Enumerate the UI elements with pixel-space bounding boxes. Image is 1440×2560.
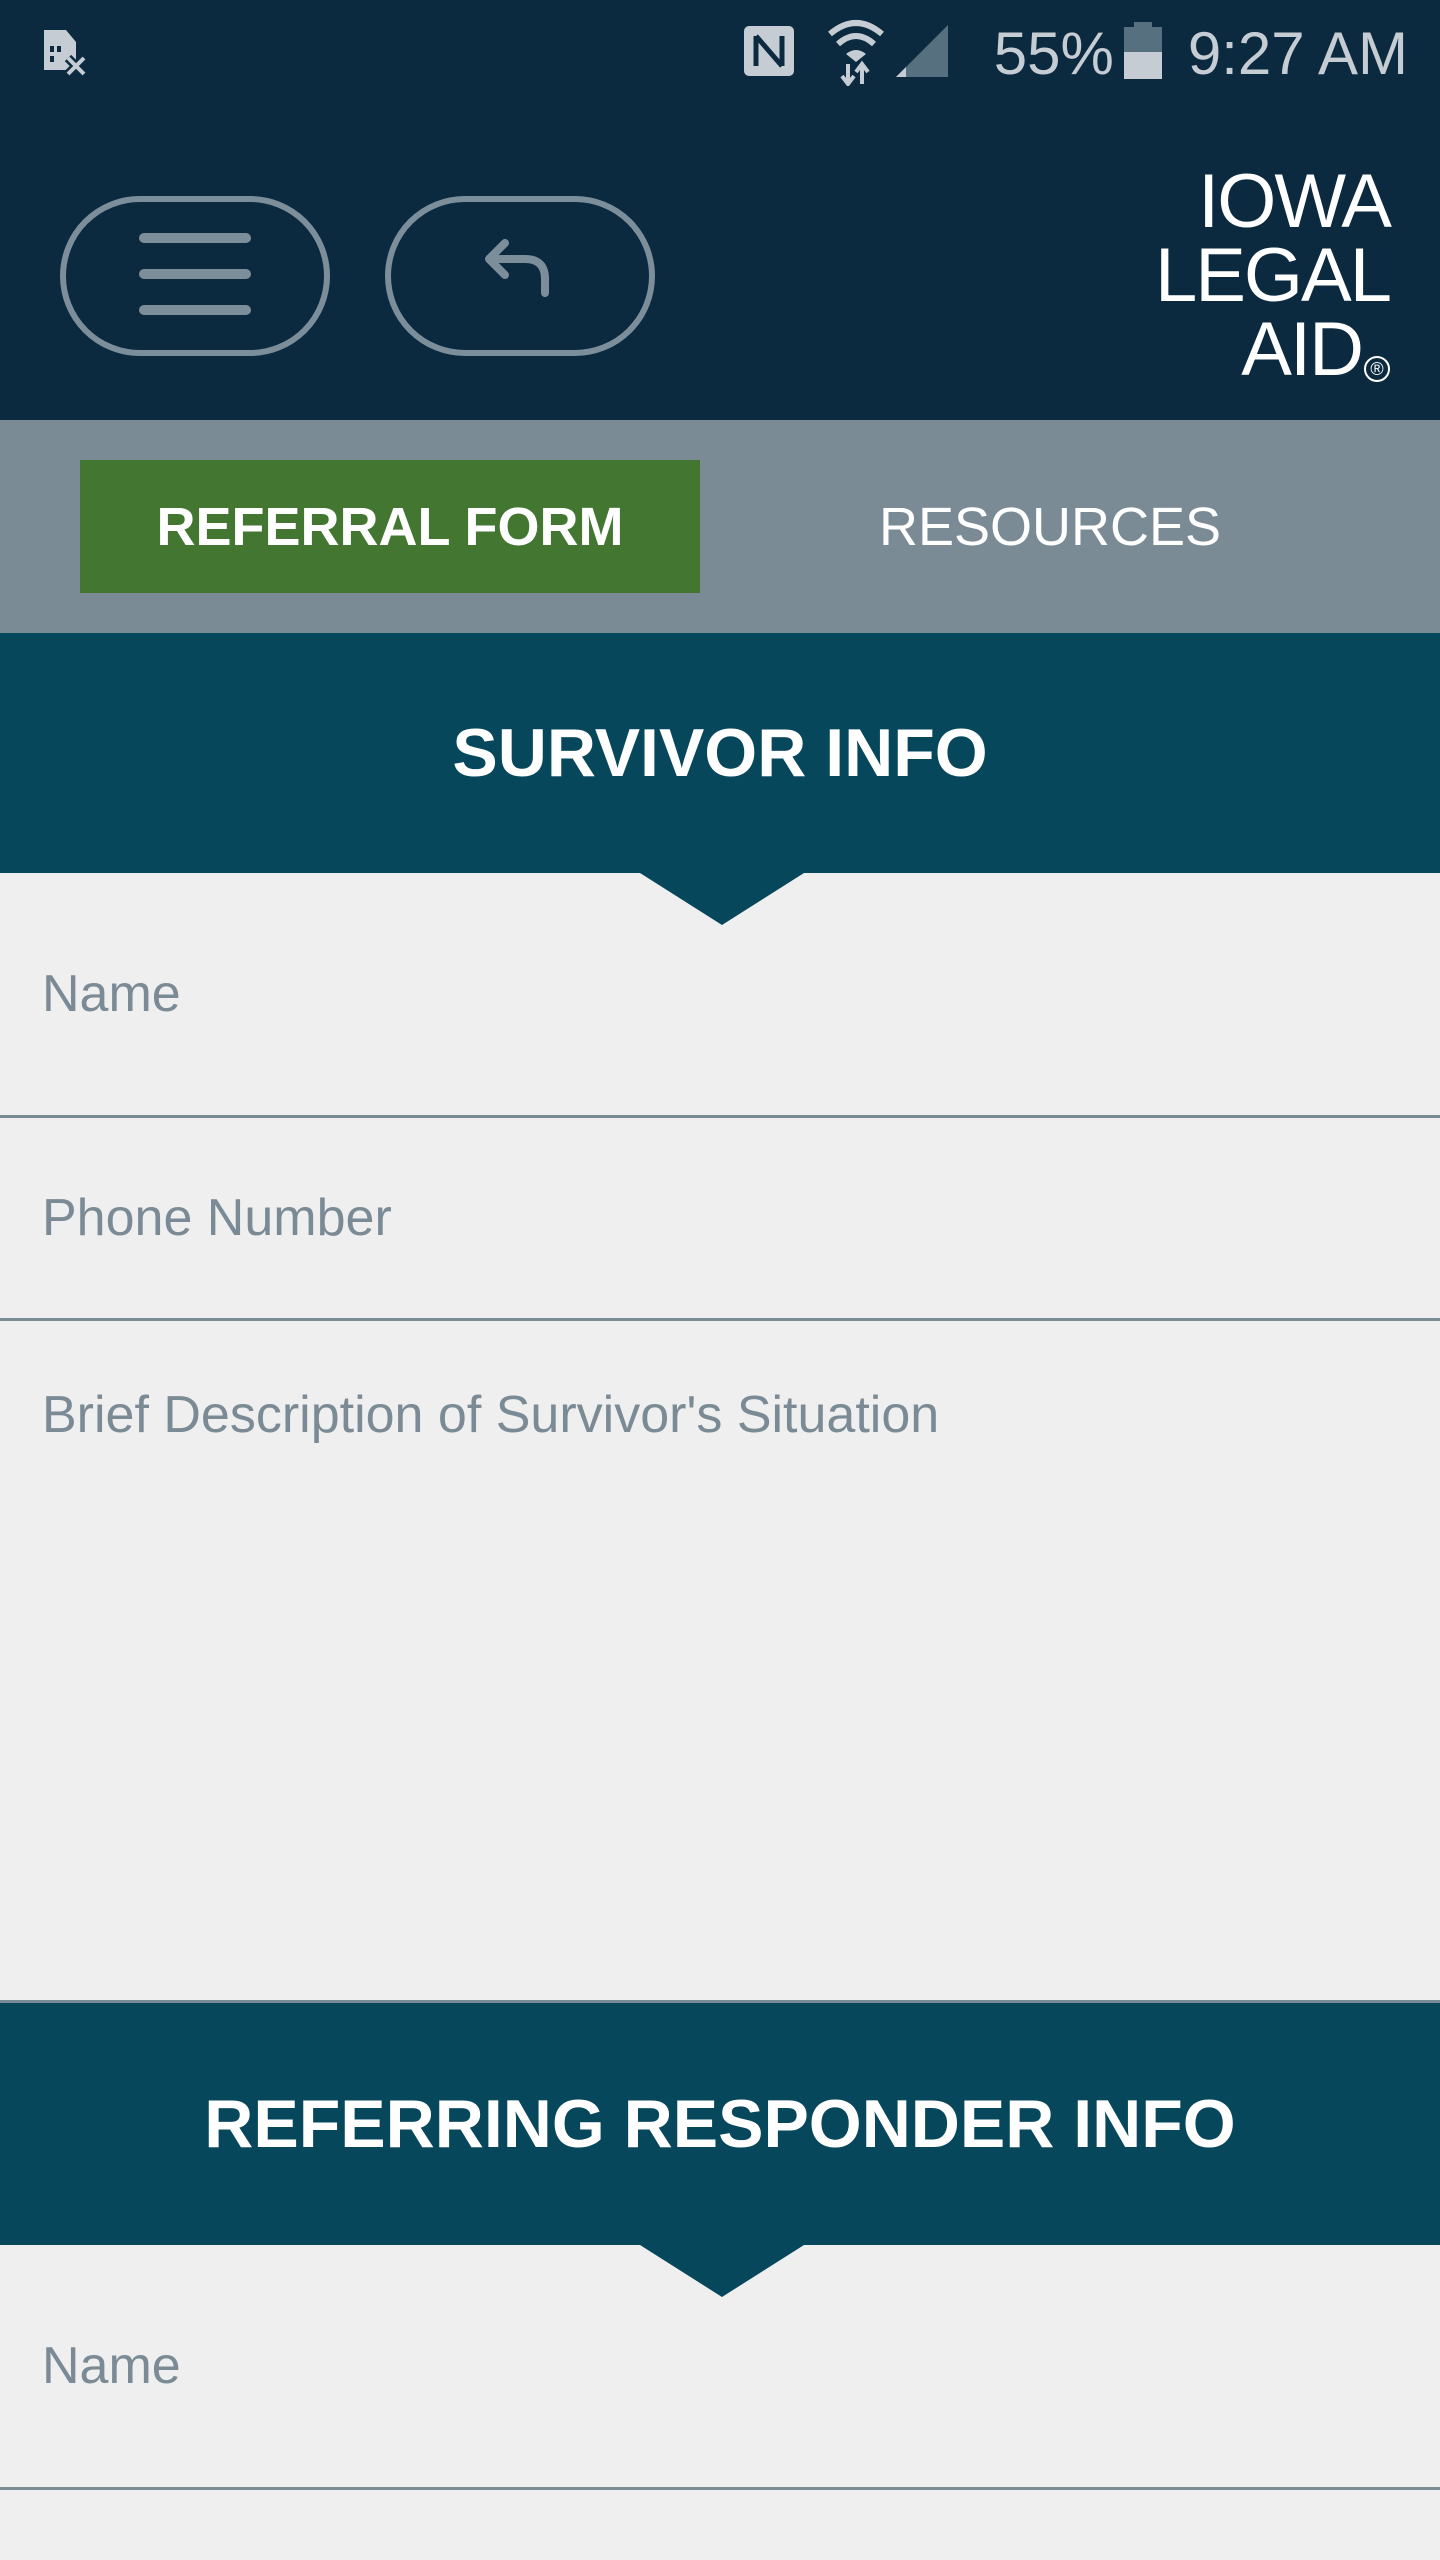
nfc-icon xyxy=(742,24,796,83)
status-bar: 55% 9:27 AM xyxy=(0,0,1440,105)
signal-icon xyxy=(894,23,950,84)
logo-line: AID ® xyxy=(1130,312,1390,388)
survivor-name-input[interactable] xyxy=(0,873,1440,1115)
battery-icon xyxy=(1123,21,1162,85)
survivor-phone-input[interactable] xyxy=(0,1118,1440,1318)
hamburger-icon xyxy=(137,229,253,324)
responder-name-field[interactable] xyxy=(0,2245,1440,2490)
responder-name-input[interactable] xyxy=(0,2245,1440,2487)
survivor-phone-field[interactable] xyxy=(0,1118,1440,1321)
app-header: IOWA LEGAL AID ® xyxy=(0,105,1440,420)
tab-bar: REFERRAL FORM RESOURCES xyxy=(0,420,1440,633)
survivor-description-field[interactable] xyxy=(0,1321,1440,2003)
survivor-description-textarea[interactable] xyxy=(0,1321,1440,2000)
tab-referral-form[interactable]: REFERRAL FORM xyxy=(80,460,700,593)
clock: 9:27 AM xyxy=(1187,19,1408,87)
back-arrow-icon xyxy=(485,238,555,314)
logo-line: IOWA xyxy=(1198,159,1392,244)
iowa-legal-aid-logo: IOWA LEGAL AID ® xyxy=(1130,159,1392,388)
menu-button[interactable] xyxy=(60,196,330,356)
section-title: SURVIVOR INFO xyxy=(452,715,988,791)
wifi-data-icon xyxy=(826,16,886,91)
section-title: REFERRING RESPONDER INFO xyxy=(204,2086,1236,2162)
section-header-referring-responder-info: REFERRING RESPONDER INFO xyxy=(0,2003,1440,2297)
registered-mark: ® xyxy=(1364,356,1390,382)
tab-resources[interactable]: RESOURCES xyxy=(760,460,1340,593)
battery-percent: 55% xyxy=(993,19,1114,87)
logo-line-text: AID xyxy=(1241,307,1364,392)
no-sim-icon xyxy=(40,26,90,78)
section-header-survivor-info: SURVIVOR INFO xyxy=(0,633,1440,925)
back-button[interactable] xyxy=(385,196,655,356)
survivor-name-field[interactable] xyxy=(0,873,1440,1118)
logo-line: LEGAL xyxy=(1154,233,1392,318)
